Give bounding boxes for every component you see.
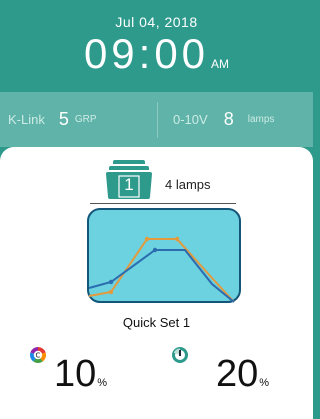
group-unit: GRP — [74, 114, 97, 125]
group-number: 1 — [124, 175, 134, 194]
signal-lamps-info: 0-10V 8 lamps — [173, 92, 274, 147]
lamps-unit: lamps — [247, 114, 275, 125]
signal-label: 0-10V — [173, 112, 208, 127]
dim-readout: 20% — [216, 353, 269, 396]
dimmer-icon[interactable] — [172, 347, 188, 363]
link-label: K-Link — [8, 112, 45, 127]
group-count: 5 — [58, 109, 69, 129]
lamps-count: 8 — [223, 109, 234, 129]
group-lamps-label: 4 lamps — [165, 177, 211, 192]
dim-value: 20 — [216, 353, 259, 395]
preset-name: Quick Set 1 — [122, 315, 191, 330]
curve-point — [108, 279, 114, 285]
curve-point — [152, 247, 158, 253]
curve-point — [108, 289, 114, 295]
time-display: 09:00 AM — [0, 30, 313, 78]
system-info-bar: K-Link 5 GRP 0-10V 8 lamps — [0, 92, 313, 147]
link-group-info: K-Link 5 GRP — [8, 92, 97, 147]
date-display: Jul 04, 2018 — [115, 14, 198, 30]
cct-value: 10 — [54, 353, 97, 395]
curve-point — [144, 236, 150, 242]
curve-point — [174, 236, 180, 242]
cct-unit: % — [97, 377, 108, 389]
cct-readout: 10% — [54, 353, 107, 396]
info-divider — [157, 102, 158, 138]
group-divider — [90, 203, 236, 204]
ampm-label: AM — [211, 57, 230, 71]
clock-header: Jul 04, 2018 09:00 AM — [0, 0, 313, 90]
color-wheel-icon[interactable]: C — [30, 347, 46, 363]
preset-curve-preview[interactable] — [87, 208, 241, 303]
time-value: 09:00 — [83, 30, 210, 77]
svg-text:C: C — [36, 352, 41, 360]
main-card: 1 4 lamps Quick Set 1 C 10% 20% — [0, 147, 313, 419]
dim-unit: % — [259, 377, 270, 389]
